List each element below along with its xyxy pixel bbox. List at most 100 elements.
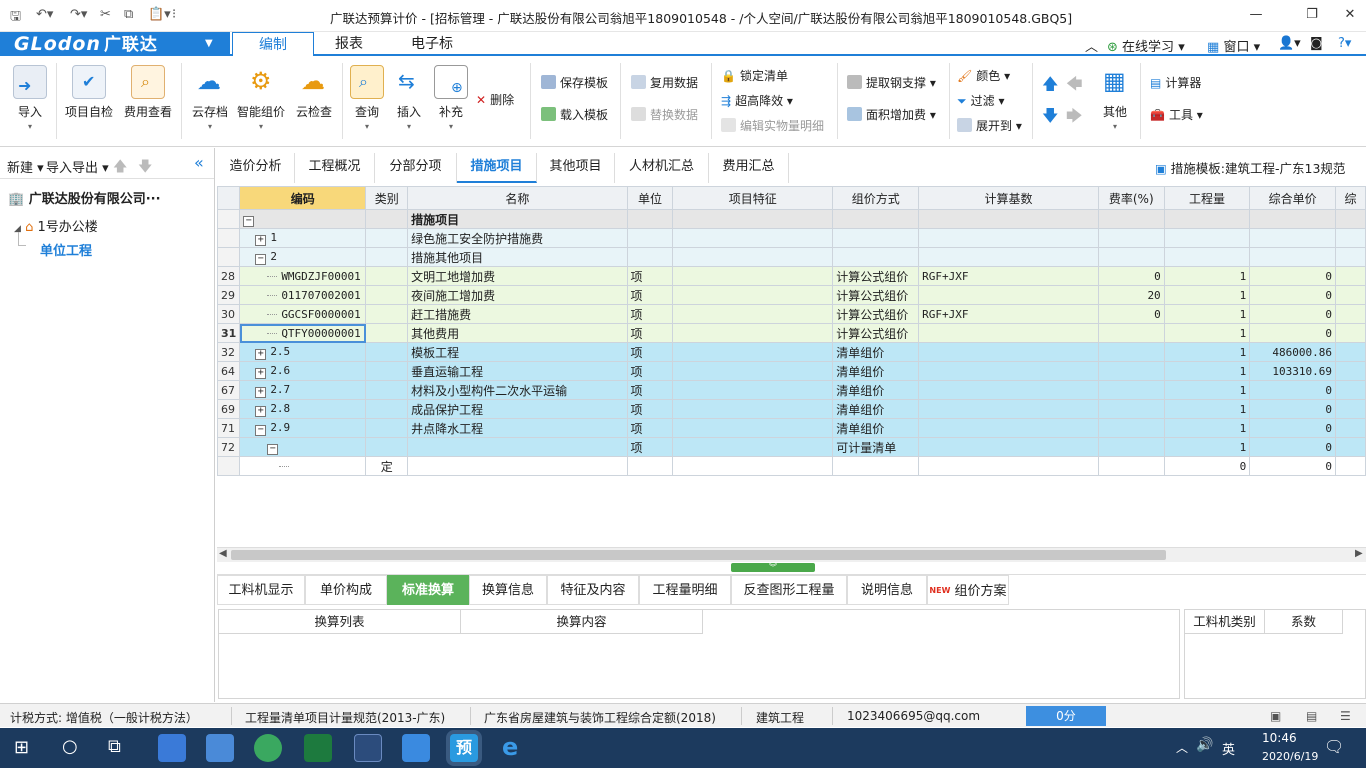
expand-to-button[interactable]: 展开到 ▾ (957, 117, 1022, 135)
cell-feat[interactable] (672, 342, 834, 362)
replace-data-button[interactable]: 替换数据 (631, 106, 698, 124)
row-number[interactable]: 28 (217, 266, 241, 286)
cell-cat[interactable] (365, 342, 409, 362)
tab-quantity-detail[interactable]: 工程量明细 (639, 575, 731, 605)
cell-feat[interactable] (672, 285, 834, 305)
collapse-icon[interactable]: − (255, 424, 267, 436)
height-reduce-button[interactable]: ⇶ 超高降效 ▾ (721, 92, 793, 110)
score-badge[interactable]: 0分 (1026, 706, 1106, 726)
window-menu-button[interactable]: ▦ 窗口 ▾ (1207, 36, 1260, 55)
col-header-calc-base[interactable]: 计算基数 (918, 186, 1099, 210)
cell-more[interactable] (1335, 399, 1366, 419)
paste-icon[interactable]: 📋▾ (148, 7, 171, 22)
cell-method[interactable]: 清单组价 (832, 361, 920, 381)
tab-report[interactable]: 报表 (314, 32, 384, 56)
cell-price[interactable] (1249, 247, 1337, 267)
cell-name[interactable]: 垂直运输工程 (407, 361, 628, 381)
cell-unit[interactable] (626, 456, 674, 476)
cell-rate[interactable] (1097, 247, 1165, 267)
cell-unit[interactable]: 项 (626, 418, 674, 438)
cell-name[interactable]: 措施项目 (407, 209, 628, 229)
move-down-icon[interactable]: 🡇 (1042, 105, 1058, 132)
cell-cat[interactable] (365, 285, 409, 305)
cell-qty[interactable]: 1 (1163, 342, 1251, 362)
tab-division-items[interactable]: 分部分项 (375, 153, 457, 183)
cell-rate[interactable]: 0 (1097, 266, 1165, 286)
cell-feat[interactable] (672, 266, 834, 286)
col-header-code[interactable]: 编码 (239, 186, 367, 210)
cell-more[interactable] (1335, 456, 1366, 476)
row-number[interactable]: 31 (217, 323, 241, 343)
cell-code[interactable]: −2.9 (239, 418, 367, 438)
cell-base[interactable] (918, 342, 1099, 362)
cell-more[interactable] (1335, 285, 1366, 305)
table-row[interactable]: 31 QTFY00000001 其他费用项 计算公式组价 1 0 (217, 323, 1366, 343)
online-learn-button[interactable]: ⊛ 在线学习 ▾ (1107, 36, 1185, 55)
table-row[interactable]: − 措施项目 (217, 209, 1366, 229)
cell-feat[interactable] (672, 228, 834, 248)
minimize-button[interactable]: — (1242, 4, 1270, 26)
notification-icon[interactable]: 🗨 (1324, 737, 1344, 756)
cell-name[interactable]: 其他费用 (407, 323, 628, 343)
tab-labor-material-display[interactable]: 工料机显示 (217, 575, 305, 605)
search-circle-icon[interactable]: ○ (62, 736, 78, 757)
cell-feat[interactable] (672, 247, 834, 267)
cell-qty[interactable]: 1 (1163, 323, 1251, 343)
tab-measure-items[interactable]: 措施项目 (457, 153, 537, 183)
reuse-data-button[interactable]: 复用数据 (631, 74, 698, 92)
cell-qty[interactable] (1163, 228, 1251, 248)
cell-cat[interactable] (365, 304, 409, 324)
row-number[interactable] (217, 209, 241, 229)
cell-cat[interactable] (365, 209, 409, 229)
windows-start-icon[interactable]: ⊞ (14, 737, 29, 758)
splitter-handle[interactable]: ︾ (731, 563, 815, 572)
conversion-list-header[interactable]: 换算列表 (219, 610, 461, 634)
view-detail-icon[interactable]: ▤ (1306, 709, 1317, 723)
cell-cat[interactable] (365, 399, 409, 419)
tab-unit-price-composition[interactable]: 单价构成 (305, 575, 387, 605)
cell-rate[interactable]: 20 (1097, 285, 1165, 305)
cell-method[interactable]: 计算公式组价 (832, 304, 920, 324)
restore-button[interactable]: ❐ (1298, 4, 1326, 26)
cell-method[interactable]: 可计量清单 (832, 437, 920, 457)
move-right-icon[interactable]: 🡆 (1066, 105, 1083, 132)
table-row[interactable]: 定 00 (217, 456, 1366, 476)
cloud-save-button[interactable]: ☁ 云存档 ▾ (188, 65, 232, 131)
cell-more[interactable] (1335, 304, 1366, 324)
other-button[interactable]: ▦ 其他 ▾ (1096, 65, 1134, 131)
tab-pricing-plan[interactable]: NEW 组价方案 (927, 575, 1009, 605)
filter-button[interactable]: ⏷ 过滤 ▾ (957, 92, 1004, 110)
load-template-button[interactable]: 载入模板 (541, 106, 608, 124)
color-button[interactable]: 🖌 颜色 ▾ (957, 67, 1010, 85)
cell-unit[interactable] (626, 247, 674, 267)
table-row[interactable]: 67 +2.7 材料及小型构件二次水平运输项清单组价 1 0 (217, 380, 1366, 400)
cell-qty[interactable] (1163, 247, 1251, 267)
cell-base[interactable] (918, 399, 1099, 419)
tab-labor-material-summary[interactable]: 人材机汇总 (615, 153, 709, 183)
cell-rate[interactable] (1097, 437, 1165, 457)
new-button[interactable]: 新建 ▾ (7, 157, 44, 176)
cell-feat[interactable] (672, 418, 834, 438)
arrow-up-icon[interactable]: 🡅 (113, 156, 127, 180)
measure-template-label[interactable]: ▣ 措施模板:建筑工程-广东13规范 (1155, 158, 1345, 177)
pricing-app-icon[interactable]: 预 (450, 734, 478, 762)
cell-base[interactable]: RGF+JXF (918, 266, 1099, 286)
task-view-icon[interactable]: ⧉ (108, 736, 121, 757)
cell-rate[interactable] (1097, 456, 1165, 476)
row-number[interactable] (217, 456, 241, 476)
tab-reverse-lookup[interactable]: 反查图形工程量 (731, 575, 847, 605)
cell-name[interactable]: 夜间施工增加费 (407, 285, 628, 305)
cell-unit[interactable]: 项 (626, 304, 674, 324)
view-list-icon[interactable]: ☰ (1340, 709, 1351, 723)
cell-code[interactable]: WMGDZJF00001 (239, 266, 367, 286)
cell-feat[interactable] (672, 304, 834, 324)
help-icon[interactable]: ?▾ (1338, 36, 1351, 51)
cell-method[interactable] (832, 228, 920, 248)
cell-code[interactable]: GGCSF0000001 (239, 304, 367, 324)
table-row[interactable]: 69 +2.8 成品保护工程项清单组价 1 0 (217, 399, 1366, 419)
table-row[interactable]: 64 +2.6 垂直运输工程项清单组价 1 103310.69 (217, 361, 1366, 381)
cell-qty[interactable]: 1 (1163, 304, 1251, 324)
assistant-icon[interactable]: ◙ (1310, 36, 1323, 51)
lock-list-button[interactable]: 🔒 锁定清单 (721, 67, 788, 85)
cell-unit[interactable] (626, 209, 674, 229)
